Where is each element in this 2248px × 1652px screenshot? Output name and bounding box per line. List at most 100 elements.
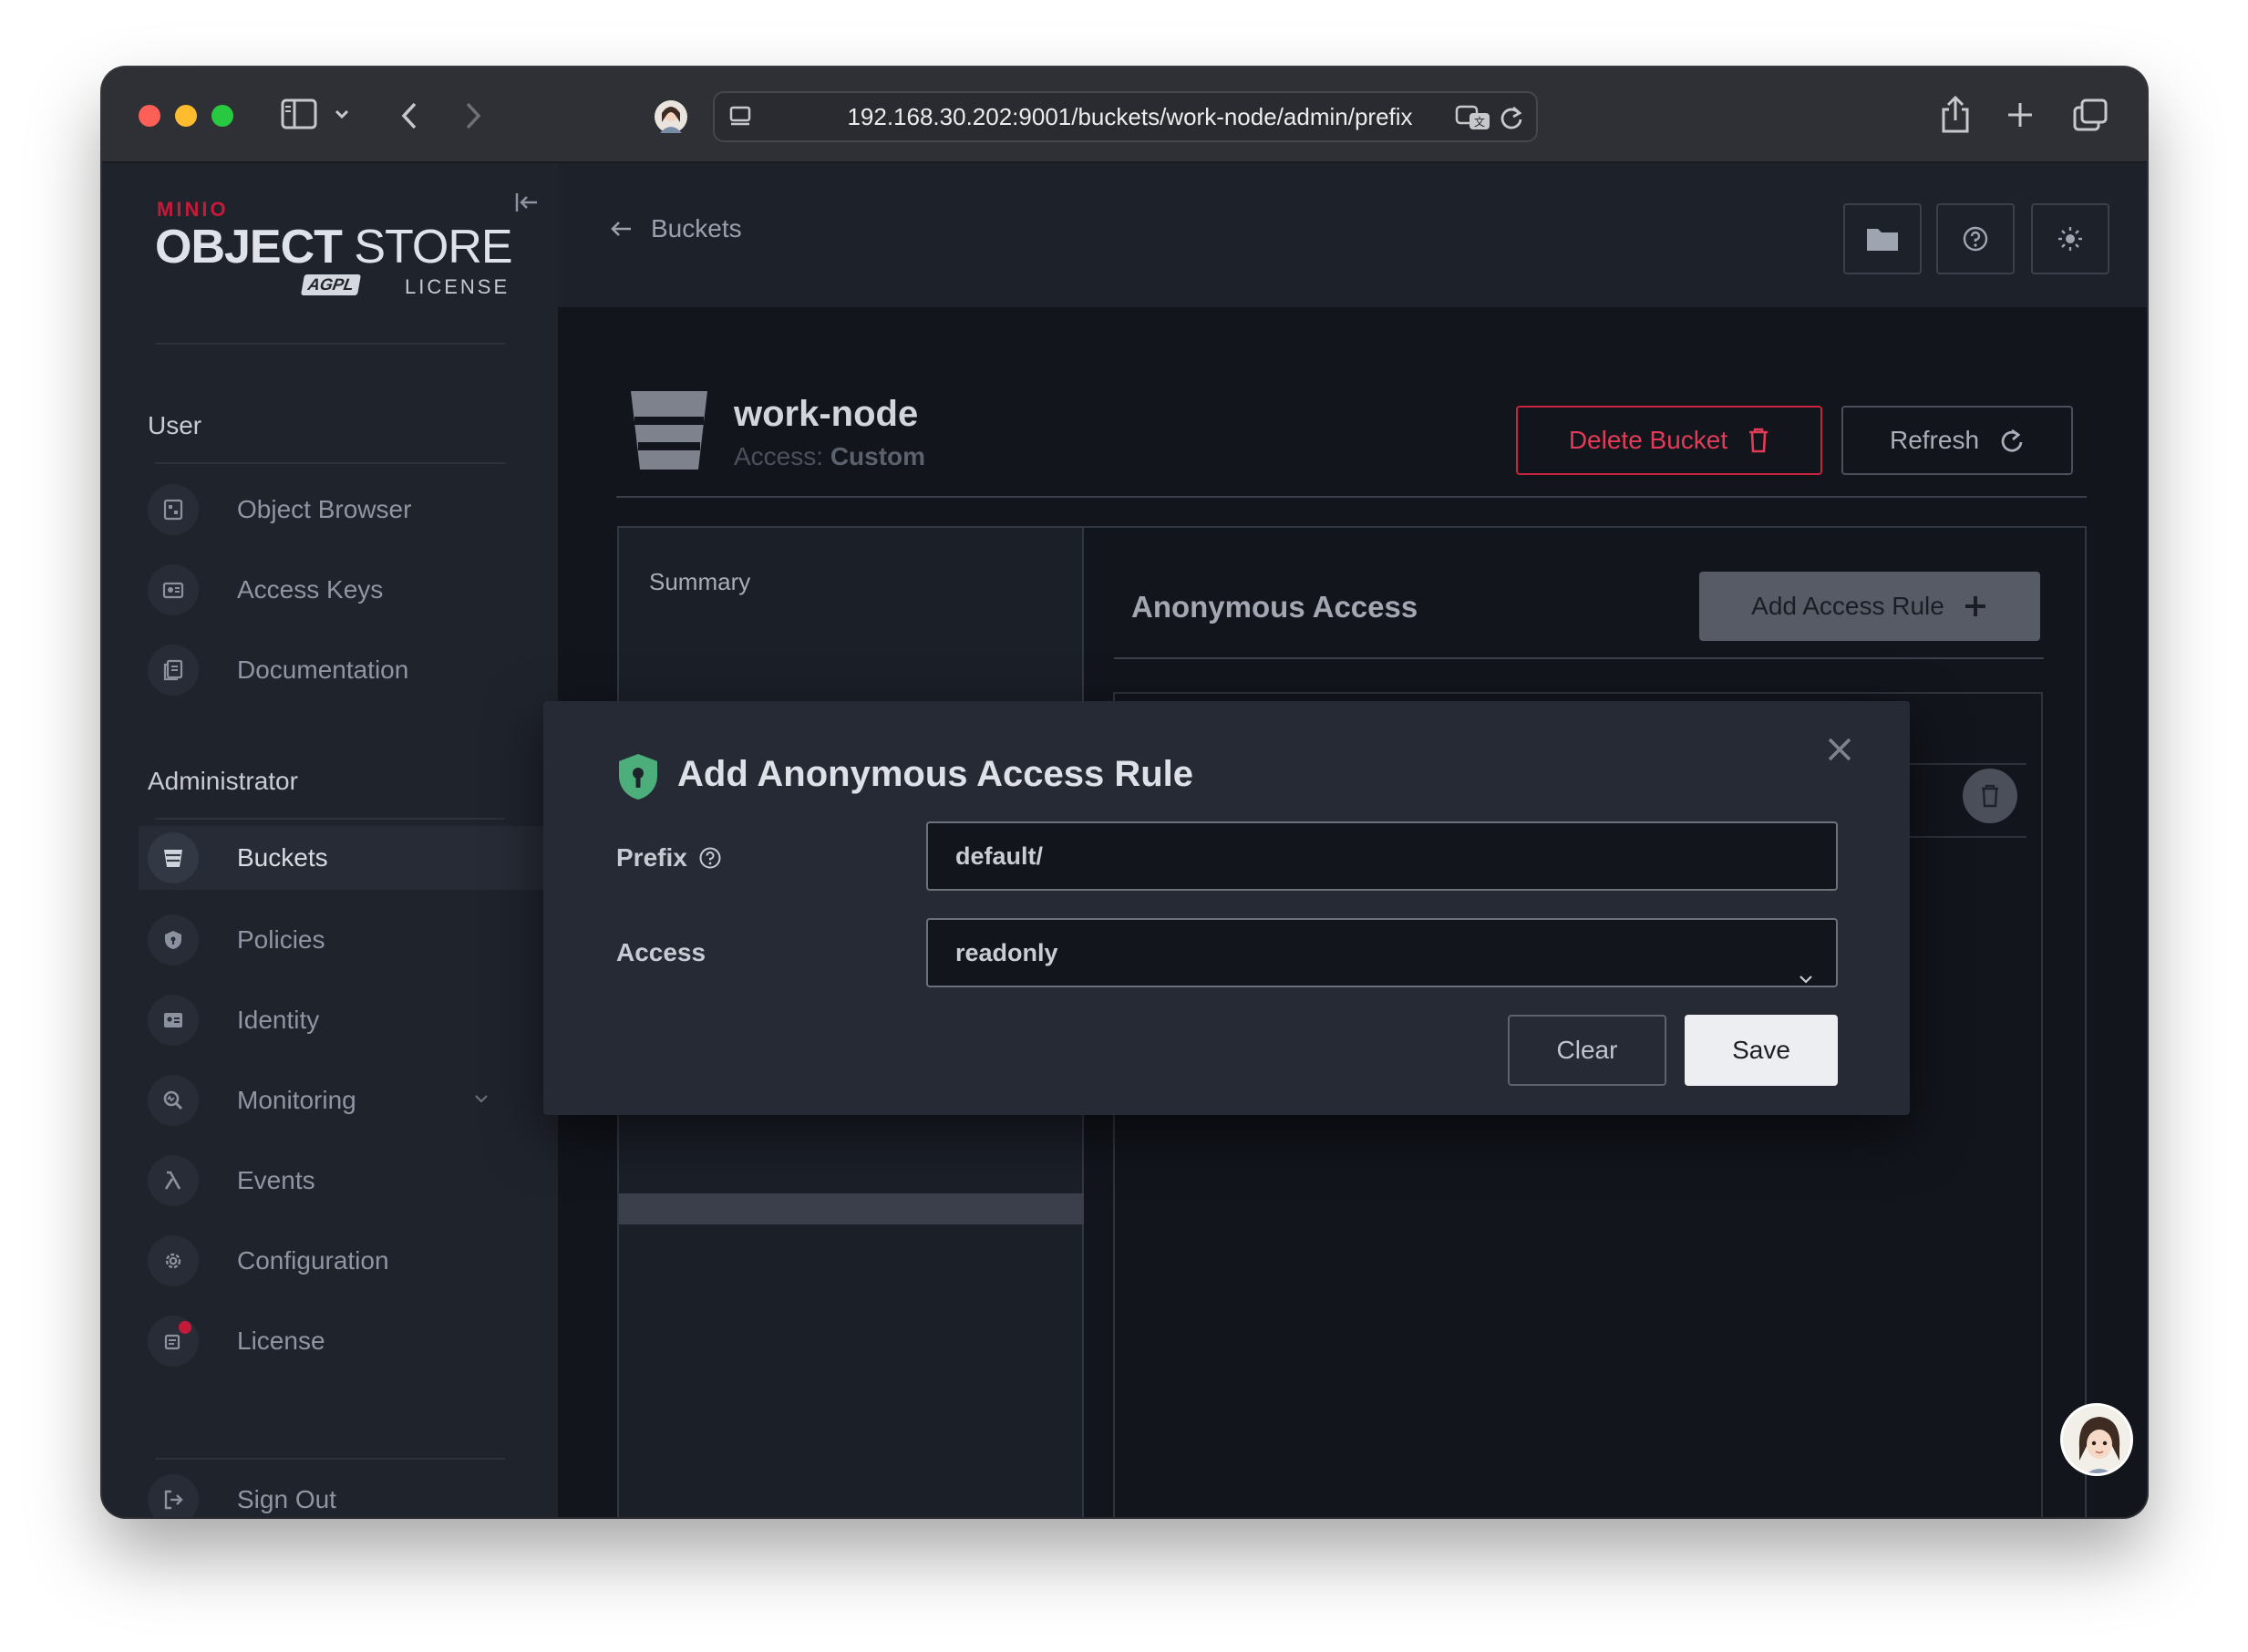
bucket-large-icon xyxy=(629,389,709,476)
back-link-label[interactable]: Buckets xyxy=(651,214,742,243)
sidebar-item-label: License xyxy=(237,1327,325,1355)
license-icon xyxy=(148,1316,199,1367)
header-divider xyxy=(616,496,2087,498)
tab-overview-icon[interactable] xyxy=(2073,98,2108,131)
refresh-button[interactable]: Refresh xyxy=(1841,406,2073,475)
collapse-sidebar-icon[interactable] xyxy=(514,191,540,219)
monitoring-icon xyxy=(148,1075,199,1126)
sidebar: MINIO OBJECT STORE AGPL LICENSE User Obj… xyxy=(102,163,558,1517)
sidebar-item-object-browser[interactable]: Object Browser xyxy=(148,478,531,542)
zoom-window-button[interactable] xyxy=(211,105,233,127)
object-browser-icon xyxy=(148,484,199,535)
access-label: Access xyxy=(616,938,706,966)
sidebar-item-label: Documentation xyxy=(237,656,409,684)
assistant-avatar[interactable] xyxy=(2060,1403,2133,1476)
add-access-rule-modal: Add Anonymous Access Rule Prefix Access … xyxy=(543,701,1910,1115)
minio-logo: MINIO xyxy=(157,198,229,221)
help-icon xyxy=(1963,226,1988,252)
prefix-input[interactable] xyxy=(926,821,1838,891)
browser-window: 192.168.30.202:9001/buckets/work-node/ad… xyxy=(102,67,2147,1517)
clear-button[interactable]: Clear xyxy=(1508,1015,1666,1086)
profile-avatar-icon[interactable] xyxy=(653,98,689,135)
sun-icon xyxy=(2058,227,2082,251)
url-text[interactable]: 192.168.30.202:9001/buckets/work-node/ad… xyxy=(715,93,1536,144)
reload-icon[interactable] xyxy=(1499,104,1524,131)
back-to-buckets-link[interactable]: Buckets xyxy=(609,214,742,243)
sign-out-button[interactable]: Sign Out xyxy=(148,1468,531,1517)
svg-text:文: 文 xyxy=(1474,115,1485,129)
delete-rule-button[interactable] xyxy=(1963,769,2017,823)
tab-anonymous-selected[interactable] xyxy=(619,1193,1084,1224)
access-keys-icon xyxy=(148,564,199,615)
folder-icon xyxy=(1867,229,1898,251)
chevron-down-icon xyxy=(1798,944,1814,1009)
shield-icon xyxy=(616,752,660,806)
gear-icon xyxy=(148,1235,199,1286)
admin-section-title: Administrator xyxy=(148,767,298,795)
identity-icon xyxy=(148,995,199,1046)
close-window-button[interactable] xyxy=(139,105,160,127)
refresh-label: Refresh xyxy=(1889,426,1980,454)
sidebar-item-label: Policies xyxy=(237,925,325,954)
chevron-down-icon[interactable] xyxy=(334,108,350,120)
agpl-badge: AGPL xyxy=(300,274,362,295)
forward-arrow-icon[interactable] xyxy=(463,100,483,131)
section-divider xyxy=(1114,657,2044,659)
share-icon[interactable] xyxy=(1940,95,1971,135)
back-arrow-icon[interactable] xyxy=(399,100,419,131)
address-bar[interactable]: 192.168.30.202:9001/buckets/work-node/ad… xyxy=(713,91,1538,142)
sidebar-item-access-keys[interactable]: Access Keys xyxy=(148,558,531,622)
sidebar-divider xyxy=(155,1458,505,1460)
top-bar: Buckets xyxy=(558,163,2147,307)
sidebar-item-label: Access Keys xyxy=(237,575,384,604)
prefix-label: Prefix xyxy=(616,843,722,872)
sign-out-icon xyxy=(148,1474,199,1517)
refresh-icon xyxy=(2001,428,2023,452)
sidebar-item-configuration[interactable]: Configuration xyxy=(148,1229,531,1293)
bucket-icon xyxy=(148,832,199,883)
save-button[interactable]: Save xyxy=(1685,1015,1838,1086)
chevron-down-icon[interactable] xyxy=(473,1092,490,1109)
modal-title: Add Anonymous Access Rule xyxy=(677,754,1194,794)
minimize-window-button[interactable] xyxy=(175,105,197,127)
sidebar-item-license[interactable]: License xyxy=(148,1309,531,1373)
license-logo-text: LICENSE xyxy=(405,275,510,298)
tab-summary[interactable]: Summary xyxy=(649,568,750,596)
sidebar-item-documentation[interactable]: Documentation xyxy=(148,638,531,702)
sidebar-divider xyxy=(155,462,505,464)
sidebar-toggle-icon[interactable] xyxy=(281,98,317,129)
folder-button[interactable] xyxy=(1843,203,1922,274)
bucket-name: work-node xyxy=(734,394,919,434)
user-section-title: User xyxy=(148,411,202,439)
notification-dot xyxy=(179,1321,191,1334)
help-icon xyxy=(699,847,721,869)
close-icon[interactable] xyxy=(1826,736,1853,768)
sidebar-item-label: Events xyxy=(237,1166,315,1194)
back-arrow-icon xyxy=(611,222,631,236)
lambda-icon xyxy=(148,1155,199,1206)
help-button[interactable] xyxy=(1936,203,2015,274)
sidebar-item-policies[interactable]: Policies xyxy=(148,908,531,972)
trash-icon xyxy=(1982,784,1998,808)
sidebar-item-label: Object Browser xyxy=(237,495,412,523)
new-tab-icon[interactable] xyxy=(2006,100,2035,129)
delete-bucket-label: Delete Bucket xyxy=(1568,426,1728,454)
sidebar-item-events[interactable]: Events xyxy=(148,1149,531,1213)
bucket-access: Access: Custom xyxy=(734,442,926,470)
policies-icon xyxy=(148,914,199,965)
sidebar-divider xyxy=(155,818,505,820)
product-logo: OBJECT STORE xyxy=(155,221,513,274)
access-select[interactable]: readonly xyxy=(926,918,1838,987)
sidebar-item-label: Identity xyxy=(237,1006,320,1034)
documentation-icon xyxy=(148,645,199,696)
access-select-value: readonly xyxy=(955,939,1058,966)
delete-bucket-button[interactable]: Delete Bucket xyxy=(1516,406,1822,475)
sidebar-item-identity[interactable]: Identity xyxy=(148,988,531,1052)
translate-icon[interactable]: 文 xyxy=(1455,104,1491,131)
sidebar-item-buckets[interactable]: Buckets xyxy=(139,826,558,890)
theme-toggle-button[interactable] xyxy=(2031,203,2109,274)
sidebar-item-monitoring[interactable]: Monitoring xyxy=(148,1069,531,1132)
sidebar-item-label: Configuration xyxy=(237,1246,389,1275)
trash-icon xyxy=(1749,428,1768,453)
add-access-rule-button[interactable]: Add Access Rule xyxy=(1699,572,2040,641)
